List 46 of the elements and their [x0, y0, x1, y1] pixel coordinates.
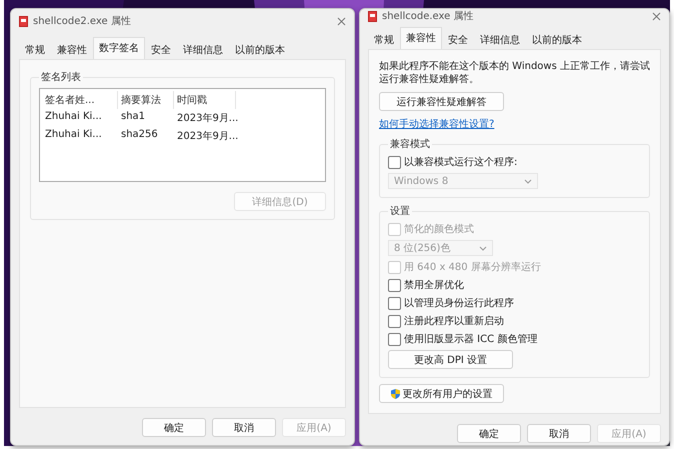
table-cell-text: sha256 — [120, 128, 159, 142]
checkbox[interactable]: 禁用全屏优化 — [388, 278, 641, 292]
column-header[interactable]: 摘要算法 — [118, 91, 174, 109]
table-cell-text: Zhuhai Ki... — [44, 110, 103, 124]
shield-icon — [390, 388, 400, 398]
close-icon[interactable] — [652, 12, 661, 20]
tab[interactable]: 兼容性 — [400, 27, 442, 49]
tab[interactable]: 详细信息 — [177, 40, 229, 59]
tab[interactable]: 安全 — [145, 40, 177, 59]
column-header[interactable]: 签名者姓... — [42, 91, 118, 109]
dialog-button[interactable]: 取消 — [212, 418, 276, 437]
dialog-button[interactable]: 取消 — [527, 424, 591, 443]
checkbox[interactable]: 以兼容模式运行这个程序: — [388, 155, 641, 169]
table-cell-text: Zhuhai Ki... — [44, 128, 103, 142]
tab[interactable]: 安全 — [442, 30, 474, 49]
tab[interactable]: 常规 — [19, 40, 51, 59]
dialog-button[interactable]: 确定 — [142, 418, 206, 437]
table-cell-text: sha1 — [120, 110, 146, 124]
file-icon — [19, 16, 28, 26]
tab[interactable]: 以前的版本 — [526, 30, 588, 49]
tab[interactable]: 详细信息 — [474, 30, 526, 49]
tab[interactable]: 常规 — [368, 30, 400, 49]
table-cell-text: 2023年9月... — [176, 112, 236, 126]
help-link[interactable]: 如何手动选择兼容性设置? — [379, 117, 650, 131]
close-icon[interactable] — [337, 16, 346, 26]
caret-icon — [524, 178, 532, 184]
checkbox[interactable]: 使用旧版显示器 ICC 颜色管理 — [388, 332, 641, 346]
checkbox[interactable]: 以管理员身份运行此程序 — [388, 296, 641, 310]
column-header[interactable]: 时间戳 — [174, 91, 236, 109]
troubleshoot-button[interactable]: 运行兼容性疑难解答 — [379, 92, 504, 111]
caret-icon — [479, 246, 487, 250]
description-text: 如果此程序不能在这个版本的 Windows 上正常工作，请尝试运行兼容性疑难解答。 — [379, 60, 650, 86]
window-title: shellcode.exe 属性 — [382, 10, 474, 23]
group-title: 兼容模式 — [389, 138, 431, 151]
window-title: shellcode2.exe 属性 — [33, 14, 132, 28]
tab[interactable]: 数字签名 — [93, 37, 145, 59]
dpi-button[interactable]: 更改高 DPI 设置 — [388, 350, 513, 369]
checkbox[interactable]: 注册此程序以重新启动 — [388, 314, 641, 328]
file-icon — [368, 10, 377, 22]
tab[interactable]: 以前的版本 — [229, 40, 291, 59]
table-cell-text: 2023年9月... — [176, 130, 236, 144]
dialog-button[interactable]: 确定 — [457, 424, 521, 443]
tab[interactable]: 兼容性 — [51, 40, 93, 59]
group-title: 设置 — [389, 204, 411, 218]
all-users-button[interactable]: 更改所有用户的设置 — [379, 384, 504, 403]
group-title: 签名列表 — [40, 70, 82, 84]
